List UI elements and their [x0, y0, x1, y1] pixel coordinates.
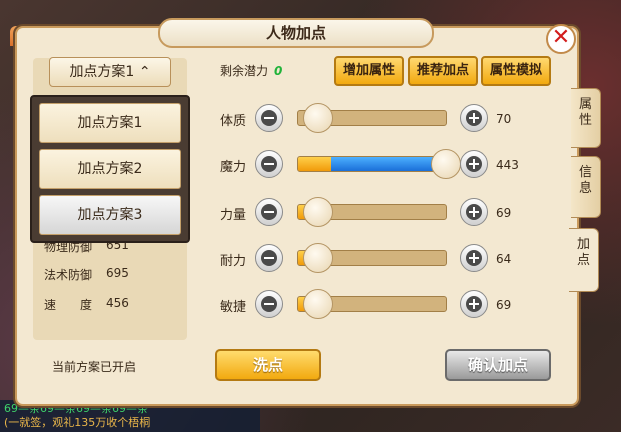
reset-points-button[interactable]: 洗点	[215, 349, 321, 381]
minus-icon[interactable]	[255, 198, 283, 226]
stat-value: 695	[106, 266, 129, 280]
base-fill	[298, 157, 331, 171]
slider-handle[interactable]	[431, 149, 461, 179]
potential-value: 0	[274, 64, 283, 78]
minus-icon[interactable]	[255, 150, 283, 178]
attr-label-agility: 敏捷	[220, 300, 247, 315]
attr-value: 64	[496, 252, 512, 266]
plus-icon[interactable]	[460, 150, 488, 178]
page-title: 人物加点	[158, 18, 434, 48]
plan-option-2[interactable]: 加点方案2	[39, 149, 181, 189]
attr-value: 443	[496, 158, 519, 172]
slider-handle[interactable]	[303, 289, 333, 319]
potential-label: 剩余潜力	[220, 64, 269, 78]
attr-value: 69	[496, 206, 512, 220]
stat-magic-defense: 法术防御 695	[44, 266, 129, 283]
tab-add-points[interactable]: 加点	[569, 228, 599, 292]
slider-handle[interactable]	[303, 197, 333, 227]
tab-label: 加点	[576, 237, 590, 268]
attr-slider-track[interactable]	[297, 156, 447, 172]
plan-dropdown-toggle[interactable]: 加点方案1 ⌃	[49, 57, 171, 87]
stat-label: 法术防御	[44, 268, 93, 282]
attr-value: 69	[496, 298, 512, 312]
plan-toggle-label: 加点方案1	[69, 64, 135, 80]
remaining-potential: 剩余潜力 0	[220, 62, 282, 79]
tab-attributes[interactable]: 属性	[571, 88, 601, 148]
plus-icon[interactable]	[460, 198, 488, 226]
attribute-simulate-button[interactable]: 属性模拟	[481, 56, 551, 86]
current-plan-message: 当前方案已开启	[52, 360, 137, 374]
slider-handle[interactable]	[303, 103, 333, 133]
attr-label-endurance: 耐力	[220, 254, 247, 269]
attr-label-strength: 力量	[220, 208, 247, 223]
plan-dropdown-list: 加点方案1 加点方案2 加点方案3	[30, 95, 190, 243]
tab-info[interactable]: 信息	[571, 156, 601, 218]
added-fill	[331, 157, 446, 171]
confirm-points-button[interactable]: 确认加点	[445, 349, 551, 381]
plan-option-3[interactable]: 加点方案3	[39, 195, 181, 235]
stat-value: 456	[106, 296, 129, 310]
minus-icon[interactable]	[255, 104, 283, 132]
stat-label: 速 度	[44, 298, 93, 312]
plan-option-1[interactable]: 加点方案1	[39, 103, 181, 143]
attr-value: 70	[496, 112, 512, 126]
plus-icon[interactable]	[460, 290, 488, 318]
attr-label-constitution: 体质	[220, 114, 247, 129]
tab-label: 信息	[578, 165, 592, 196]
slider-handle[interactable]	[303, 243, 333, 273]
plus-icon[interactable]	[460, 104, 488, 132]
chevron-up-icon: ⌃	[138, 64, 151, 80]
plus-icon[interactable]	[460, 244, 488, 272]
close-icon[interactable]: ✕	[546, 24, 576, 54]
tab-label: 属性	[578, 97, 592, 128]
add-attribute-button[interactable]: 增加属性	[334, 56, 404, 86]
minus-icon[interactable]	[255, 244, 283, 272]
attr-label-magic: 魔力	[220, 160, 247, 175]
minus-icon[interactable]	[255, 290, 283, 318]
chat-line-2: (一就签，观礼135万收个梧桐	[4, 416, 151, 429]
stat-speed: 速 度 456	[44, 296, 129, 313]
recommend-points-button[interactable]: 推荐加点	[408, 56, 478, 86]
